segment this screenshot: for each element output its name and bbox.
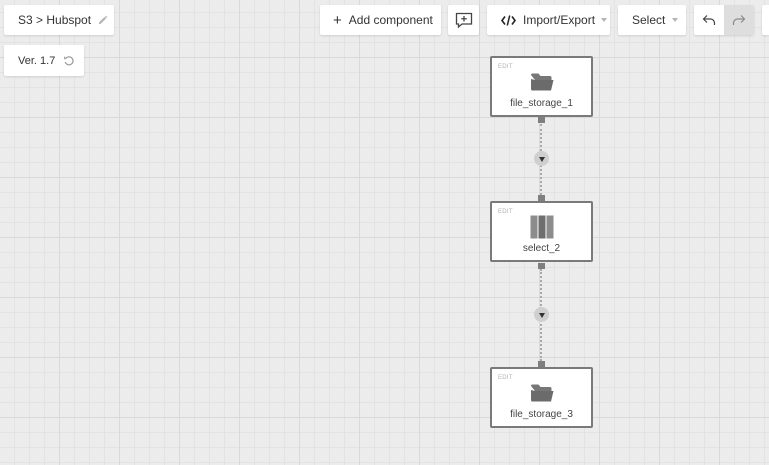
extra-toolbar-button[interactable] <box>762 5 769 35</box>
undo-redo-group <box>694 5 754 35</box>
redo-button[interactable] <box>724 5 754 35</box>
node-label: file_storage_3 <box>510 409 573 420</box>
chevron-down-icon <box>601 18 608 22</box>
code-icon <box>501 14 516 26</box>
add-component-label: Add component <box>348 13 433 27</box>
select-dropdown[interactable]: Select <box>618 5 686 35</box>
output-port[interactable] <box>538 117 545 123</box>
pipeline-node[interactable]: EDIT select_2 <box>490 201 593 262</box>
version-label: Ver. 1.7 <box>18 54 56 67</box>
pipeline-title-card[interactable]: S3 > Hubspot <box>4 5 114 35</box>
undo-button[interactable] <box>694 5 724 35</box>
comment-plus-icon <box>455 12 473 29</box>
connection-arrow[interactable] <box>534 307 549 322</box>
arrow-down-icon <box>538 157 545 162</box>
select-label: Select <box>632 13 666 27</box>
add-component-button[interactable]: + Add component <box>320 5 441 35</box>
arrow-down-icon <box>538 313 545 318</box>
folder-icon <box>530 381 554 405</box>
pipeline-node[interactable]: EDIT file_storage_1 <box>490 56 593 117</box>
chevron-down-icon <box>672 18 679 22</box>
node-edit-badge[interactable]: EDIT <box>498 64 513 70</box>
undo-icon <box>702 14 716 26</box>
import-export-dropdown[interactable]: Import/Export <box>487 5 610 35</box>
import-export-label: Import/Export <box>523 13 596 27</box>
plus-icon: + <box>333 11 342 29</box>
pipeline-node[interactable]: EDIT file_storage_3 <box>490 367 593 428</box>
redo-icon <box>732 14 746 26</box>
revert-icon[interactable] <box>63 55 75 67</box>
pipeline-title: S3 > Hubspot <box>18 13 92 27</box>
add-comment-button[interactable] <box>448 5 479 35</box>
pencil-icon[interactable] <box>97 15 108 26</box>
folder-icon <box>530 70 554 94</box>
node-edit-badge[interactable]: EDIT <box>498 209 513 215</box>
node-label: file_storage_1 <box>510 98 573 109</box>
output-port[interactable] <box>538 263 545 269</box>
node-edit-badge[interactable]: EDIT <box>498 375 513 381</box>
node-label: select_2 <box>522 243 561 254</box>
version-card[interactable]: Ver. 1.7 <box>4 45 84 76</box>
columns-icon <box>530 215 554 239</box>
connection-arrow[interactable] <box>534 151 549 166</box>
